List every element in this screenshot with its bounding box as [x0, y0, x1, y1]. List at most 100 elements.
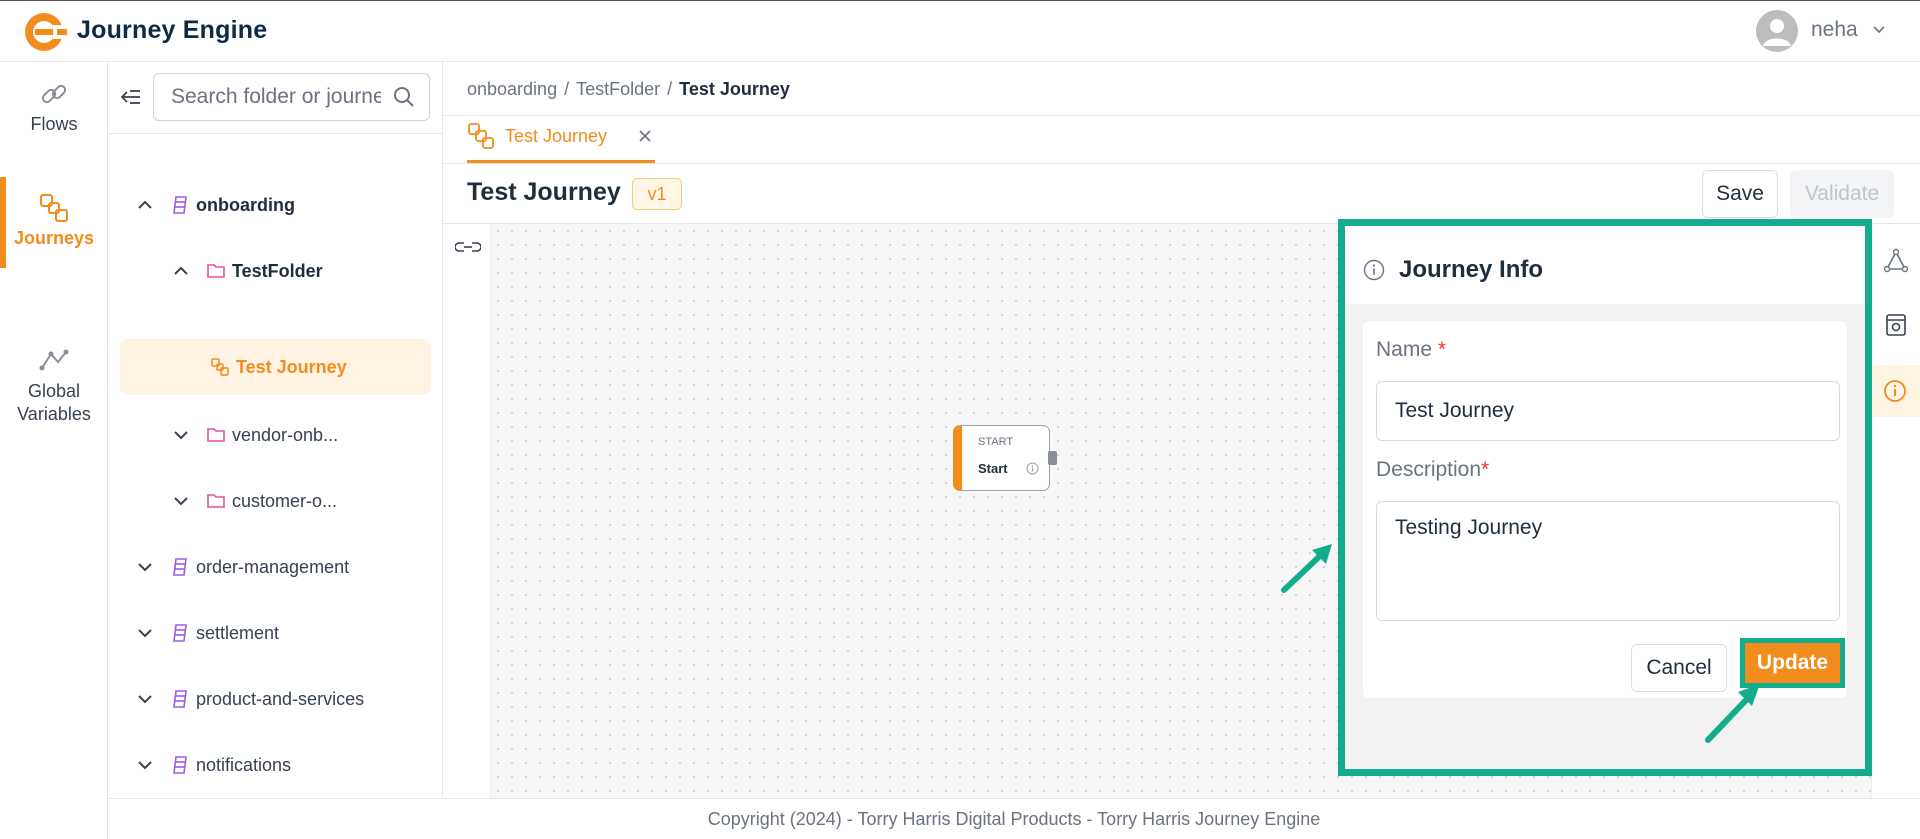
- breadcrumb-current: Test Journey: [679, 79, 790, 99]
- rail-item-label: Flows: [30, 114, 78, 134]
- rail-item-label: Global Variables: [17, 381, 91, 424]
- graph-icon: [38, 321, 70, 371]
- chevron-down-icon[interactable]: [170, 490, 192, 512]
- left-nav-rail: Flows Journeys Global Variables: [0, 62, 108, 839]
- repository-icon: [170, 557, 190, 577]
- rail-item-label: Journeys: [13, 228, 95, 248]
- chevron-down-icon[interactable]: [170, 424, 192, 446]
- connector-icon[interactable]: [455, 238, 481, 256]
- repository-icon: [170, 755, 190, 775]
- panel-title: Journey Info: [1399, 256, 1544, 283]
- node-type: START: [978, 436, 1014, 448]
- node-name: Start: [978, 461, 1008, 476]
- annotation-arrow-icon: [1278, 540, 1338, 596]
- tree-item-label: Test Journey: [236, 356, 347, 377]
- required-mark: *: [1481, 458, 1490, 481]
- tab-label: Test Journey: [505, 126, 608, 146]
- chevron-down-icon[interactable]: [134, 688, 156, 710]
- breadcrumb-item[interactable]: TestFolder: [576, 79, 660, 99]
- journey-engine-logo-icon: [23, 11, 67, 53]
- collapse-sidebar-icon[interactable]: [118, 84, 144, 110]
- save-button[interactable]: Save: [1702, 170, 1778, 218]
- tree-item-test-journey[interactable]: Test Journey: [120, 339, 431, 395]
- search-icon[interactable]: [392, 85, 416, 109]
- name-label: Name *: [1376, 338, 1446, 362]
- journey-icon: [38, 192, 70, 224]
- chevron-down-icon[interactable]: [134, 556, 156, 578]
- info-icon[interactable]: [1026, 462, 1039, 475]
- folder-icon: [206, 491, 226, 511]
- description-label: Description*: [1376, 458, 1489, 482]
- right-tool-rail: [1871, 224, 1920, 799]
- rail-item-global-variables[interactable]: Global Variables: [0, 298, 108, 449]
- validate-button[interactable]: Validate: [1790, 170, 1894, 218]
- repository-icon: [170, 689, 190, 709]
- tree-item-label: onboarding: [196, 194, 295, 215]
- breadcrumb-item[interactable]: onboarding: [467, 79, 557, 99]
- breadcrumb-separator: /: [564, 79, 570, 99]
- page-title: Test Journey: [467, 178, 621, 206]
- chevron-up-icon[interactable]: [134, 194, 156, 216]
- tree-item-customer-o[interactable]: customer-o...: [170, 473, 434, 529]
- rail-item-flows[interactable]: Flows: [0, 78, 108, 135]
- breadcrumb-separator: /: [667, 79, 673, 99]
- tree-item-label: settlement: [196, 622, 280, 643]
- tree-item-vendor-onb[interactable]: vendor-onb...: [170, 407, 434, 463]
- annotation-arrow-icon: [1700, 680, 1766, 746]
- node-output-handle[interactable]: [1048, 451, 1057, 465]
- journey-info-panel: Journey Info Name * Description* Testing…: [1338, 219, 1872, 776]
- tree-item-label: customer-o...: [232, 490, 338, 511]
- info-icon: [1363, 259, 1385, 281]
- tab-test-journey[interactable]: Test Journey: [467, 117, 655, 163]
- divider: [443, 115, 1920, 116]
- info-icon[interactable]: [1882, 378, 1908, 404]
- divider: [443, 163, 1920, 164]
- required-mark: *: [1437, 338, 1447, 361]
- active-indicator: [1871, 365, 1920, 417]
- tree-item-onboarding[interactable]: onboarding: [134, 177, 434, 233]
- tree-item-settlement[interactable]: settlement: [134, 605, 434, 661]
- canvas-toolbar: [443, 224, 491, 799]
- name-field[interactable]: [1376, 381, 1840, 441]
- version-badge: v1: [632, 178, 682, 210]
- chevron-down-icon[interactable]: [134, 622, 156, 644]
- tree-item-notifications[interactable]: notifications: [134, 737, 434, 793]
- copyright-text: Copyright (2024) - Torry Harris Digital …: [707, 809, 1321, 829]
- chevron-down-icon[interactable]: [1872, 25, 1886, 35]
- tree-item-order-management[interactable]: order-management: [134, 539, 434, 595]
- link-icon: [38, 78, 70, 110]
- start-node[interactable]: START Start: [953, 425, 1050, 491]
- chevron-up-icon[interactable]: [170, 260, 192, 282]
- search-input[interactable]: [153, 73, 430, 121]
- rail-item-journeys[interactable]: Journeys: [0, 192, 108, 249]
- tree-item-product-and-services[interactable]: product-and-services: [134, 671, 434, 727]
- close-icon[interactable]: [637, 128, 653, 144]
- user-name[interactable]: neha: [1811, 18, 1858, 42]
- tree-header: [108, 62, 443, 134]
- repository-icon: [170, 623, 190, 643]
- description-field[interactable]: Testing Journey: [1376, 501, 1840, 621]
- tree-item-label: TestFolder: [232, 260, 323, 281]
- top-bar: Journey Engine neha: [0, 0, 1920, 62]
- tree-item-testfolder[interactable]: TestFolder: [170, 243, 434, 299]
- footer: Copyright (2024) - Torry Harris Digital …: [108, 798, 1920, 839]
- name-label-text: Name: [1376, 338, 1433, 361]
- folder-icon: [206, 425, 226, 445]
- tree-item-label: product-and-services: [196, 688, 365, 709]
- user-avatar[interactable]: [1756, 10, 1798, 52]
- nodes-icon[interactable]: [1883, 248, 1909, 274]
- chevron-down-icon[interactable]: [134, 754, 156, 776]
- breadcrumb: onboarding / TestFolder / Test Journey: [467, 79, 790, 100]
- description-label-text: Description: [1376, 458, 1482, 481]
- app-title: Journey Engine: [77, 16, 268, 44]
- journey-icon: [210, 357, 230, 377]
- settings-panel-icon[interactable]: [1883, 312, 1909, 338]
- folder-tree-panel: onboarding TestFolder Test Journey vendo…: [108, 62, 443, 839]
- tree-item-label: vendor-onb...: [232, 424, 339, 445]
- update-button[interactable]: Update: [1745, 643, 1840, 683]
- journey-info-form: Name * Description* Testing Journey Canc…: [1363, 321, 1847, 698]
- folder-icon: [206, 261, 226, 281]
- panel-header: Journey Info: [1345, 226, 1865, 304]
- tree-item-label: order-management: [196, 556, 350, 577]
- repository-icon: [170, 195, 190, 215]
